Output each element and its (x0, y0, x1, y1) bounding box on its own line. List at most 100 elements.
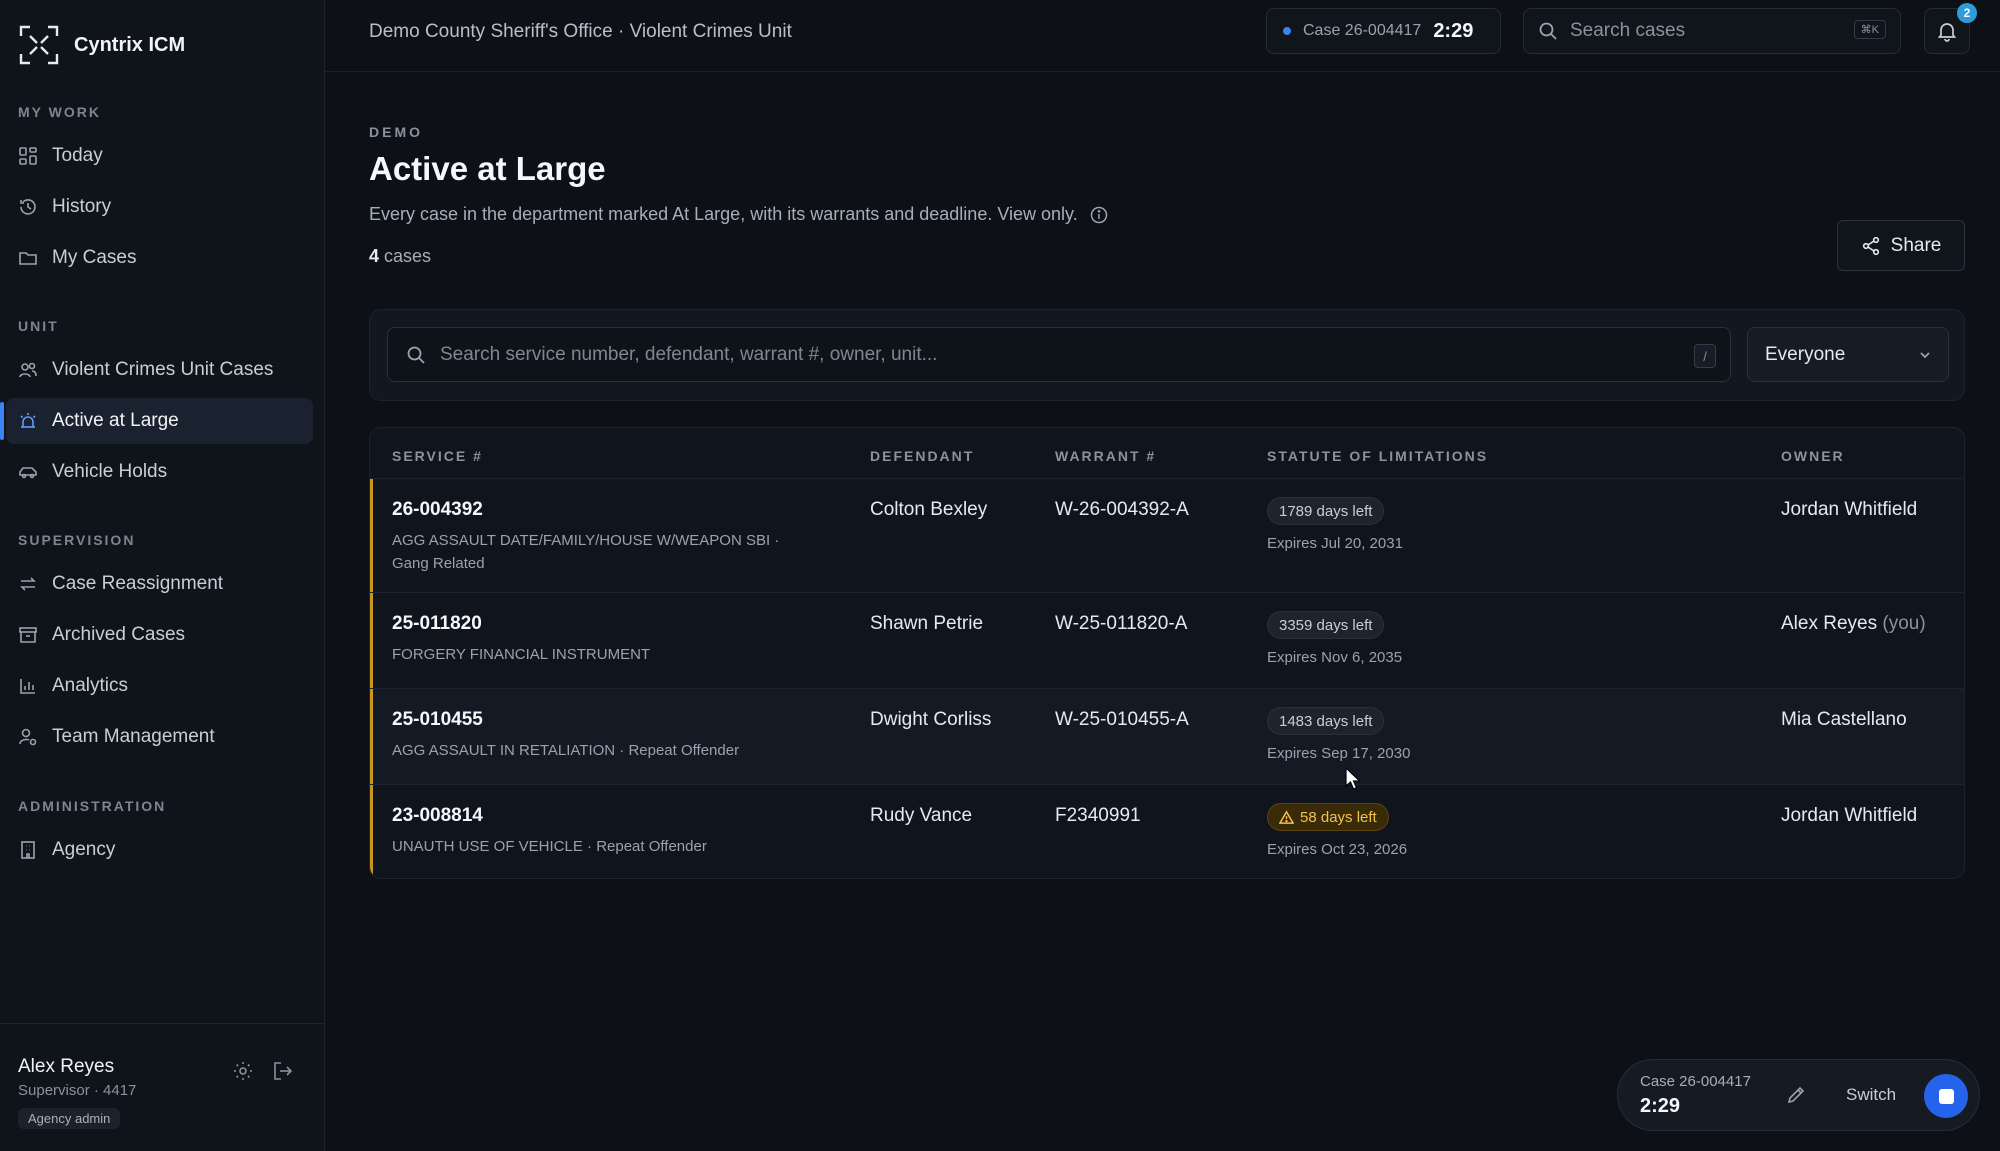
defendant-name: Rudy Vance (870, 805, 973, 826)
column-header-warrant[interactable]: WARRANT # (1055, 448, 1156, 464)
offense-description: UNAUTH USE OF VEHICLE · Repeat Offender (392, 838, 707, 855)
sidebar-item-vehicle-holds[interactable]: Vehicle Holds (6, 449, 313, 495)
stop-timer-button[interactable] (1924, 1074, 1968, 1118)
warrant-number: W-25-011820-A (1055, 613, 1188, 634)
column-header-owner[interactable]: OWNER (1781, 448, 1845, 464)
timer-time: 2:29 (1433, 19, 1474, 42)
folder-icon (19, 252, 37, 265)
search-shortcut: ⌘K (1853, 20, 1886, 39)
warrant-number: F2340991 (1055, 805, 1141, 826)
days-left-badge: 3359 days left (1267, 611, 1385, 639)
page-description-text: Every case in the department marked At L… (369, 204, 1078, 224)
column-header-statute[interactable]: STATUTE OF LIMITATIONS (1267, 448, 1488, 464)
top-search[interactable]: ⌘K (1523, 8, 1901, 54)
bar-chart-icon (20, 679, 35, 694)
notifications-button[interactable]: 2 (1924, 3, 1977, 54)
bell-icon (1937, 23, 1957, 42)
owner-name-text: Jordan Whitfield (1781, 499, 1918, 520)
page-description: Every case in the department marked At L… (369, 204, 1108, 225)
owner-name-text: Alex Reyes (1781, 613, 1878, 634)
nav-section-administration: ADMINISTRATION (18, 798, 167, 814)
days-left-badge: 1483 days left (1267, 707, 1385, 735)
nav-section-my-work: MY WORK (18, 104, 101, 120)
cyntrix-logo-icon (19, 25, 59, 65)
table-row[interactable]: 23-008814 UNAUTH USE OF VEHICLE · Repeat… (370, 784, 1964, 878)
sidebar-item-label: My Cases (52, 247, 137, 268)
owner-filter-select[interactable]: Everyone (1747, 327, 1949, 382)
service-number[interactable]: 25-011820 (392, 613, 482, 635)
logout-icon[interactable] (272, 1060, 294, 1082)
sidebar-item-analytics[interactable]: Analytics (6, 663, 313, 709)
owner-name: Mia Castellano (1781, 709, 1907, 731)
service-number[interactable]: 26-004392 (392, 499, 483, 521)
share-button[interactable]: Share (1837, 220, 1965, 271)
share-label: Share (1890, 234, 1942, 256)
table-row[interactable]: 26-004392 AGG ASSAULT DATE/FAMILY/HOUSE … (370, 478, 1964, 592)
siren-icon (20, 413, 36, 428)
owner-name: Jordan Whitfield (1781, 805, 1917, 827)
column-header-service[interactable]: SERVICE # (392, 448, 483, 464)
sidebar-item-label: Violent Crimes Unit Cases (52, 359, 274, 380)
user-cog-icon (19, 728, 37, 746)
sidebar-item-active-at-large[interactable]: Active at Large (0, 398, 313, 444)
users-icon (19, 362, 37, 378)
days-left-text: 1483 days left (1279, 712, 1373, 730)
nav-section-unit: UNIT (18, 318, 59, 334)
days-left-badge: 1789 days left (1267, 497, 1385, 525)
topbar: Demo County Sheriff's Office · Violent C… (325, 0, 2000, 72)
sidebar-item-my-cases[interactable]: My Cases (6, 235, 313, 281)
owner-name: Jordan Whitfield (1781, 499, 1917, 521)
sidebar-item-label: History (52, 196, 112, 217)
sidebar-item-today[interactable]: Today (6, 133, 313, 179)
floating-timer-time: 2:29 (1640, 1095, 1681, 1117)
expires-date: Expires Jul 20, 2031 (1267, 535, 1403, 552)
timer-status-dot (1283, 27, 1291, 35)
gear-icon[interactable] (232, 1060, 254, 1082)
expires-date: Expires Nov 6, 2035 (1267, 649, 1403, 666)
info-icon[interactable] (1090, 206, 1108, 224)
switch-button[interactable]: Switch (1846, 1085, 1896, 1105)
grid-icon (19, 147, 37, 165)
owner-filter-value: Everyone (1765, 343, 1846, 365)
share-icon (1862, 236, 1879, 255)
case-count: 4 cases (369, 246, 431, 267)
sidebar-item-history[interactable]: History (6, 184, 313, 230)
archive-icon (19, 627, 37, 643)
defendant-name: Shawn Petrie (870, 613, 984, 634)
warrant-number: W-25-010455-A (1055, 709, 1189, 730)
column-header-defendant[interactable]: DEFENDANT (870, 448, 974, 464)
case-search-input[interactable] (440, 343, 1660, 366)
owner-name: Alex Reyes (you) (1781, 613, 1926, 635)
top-search-input[interactable] (1570, 20, 1840, 42)
sidebar-item-violent-crimes-unit-cases[interactable]: Violent Crimes Unit Cases (6, 347, 313, 393)
expires-date: Expires Oct 23, 2026 (1267, 841, 1408, 858)
pencil-icon[interactable] (1786, 1085, 1806, 1105)
floating-timer-case: Case 26-004417 (1640, 1073, 1751, 1090)
table-row[interactable]: 25-011820 FORGERY FINANCIAL INSTRUMENT S… (370, 592, 1964, 688)
case-search[interactable]: / (387, 327, 1731, 382)
active-timer-pill[interactable]: Case 26-004417 2:29 (1266, 8, 1501, 54)
page-title: Active at Large (369, 150, 606, 187)
offense-description: AGG ASSAULT IN RETALIATION · Repeat Offe… (392, 742, 740, 759)
brand[interactable]: Cyntrix ICM (18, 24, 185, 66)
expires-date: Expires Sep 17, 2030 (1267, 745, 1411, 762)
page-eyebrow: DEMO (369, 124, 423, 140)
user-name: Alex Reyes (18, 1056, 115, 1077)
sidebar-item-agency[interactable]: Agency (6, 827, 313, 873)
sidebar-item-case-reassignment[interactable]: Case Reassignment (6, 561, 313, 607)
building-icon (21, 841, 35, 859)
sidebar-item-label: Vehicle Holds (52, 461, 168, 482)
service-number[interactable]: 25-010455 (392, 709, 483, 731)
chevron-down-icon (1920, 352, 1930, 359)
timer-case: Case 26-004417 (1303, 22, 1422, 39)
table-row[interactable]: 25-010455 AGG ASSAULT IN RETALIATION · R… (370, 688, 1964, 784)
search-icon (1539, 22, 1557, 40)
sidebar-item-archived-cases[interactable]: Archived Cases (6, 612, 313, 658)
owner-name-text: Mia Castellano (1781, 709, 1907, 730)
user-role: Supervisor · 4417 (18, 1082, 137, 1099)
service-number[interactable]: 23-008814 (392, 805, 483, 827)
sidebar-item-label: Today (52, 145, 103, 166)
search-shortcut: / (1694, 344, 1716, 368)
days-left-text: 3359 days left (1279, 616, 1373, 634)
sidebar-item-team-management[interactable]: Team Management (6, 714, 313, 760)
